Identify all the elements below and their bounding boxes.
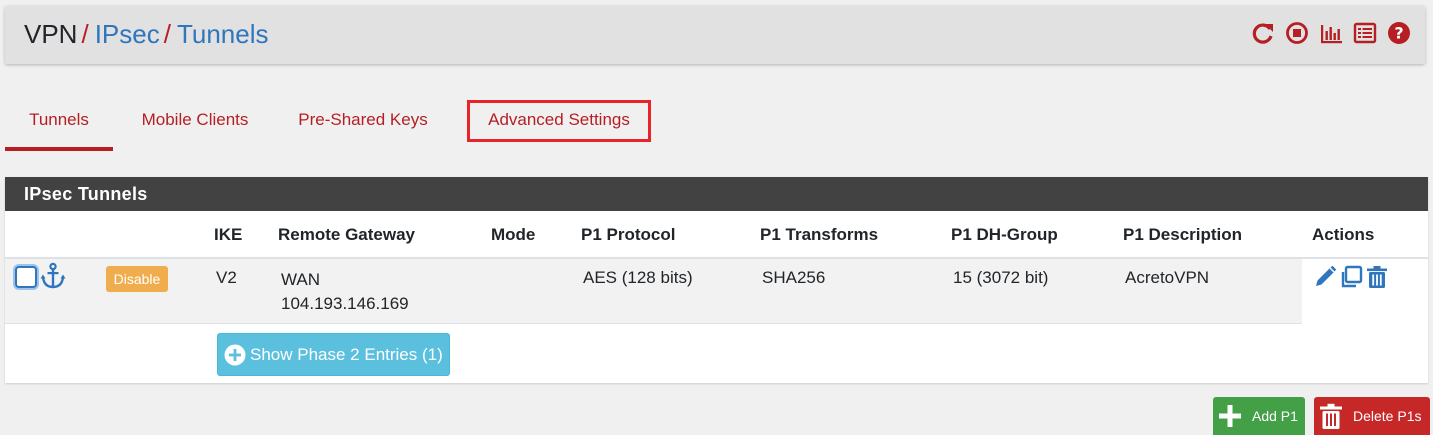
- help-icon[interactable]: ?: [1387, 21, 1411, 45]
- row-actions: [1313, 265, 1389, 289]
- delete-p1s-label: Delete P1s: [1353, 408, 1422, 424]
- anchor-icon[interactable]: [40, 262, 66, 290]
- column-header-p1-protocol: P1 Protocol: [581, 225, 676, 244]
- column-header-p1-transforms: P1 Transforms: [760, 225, 879, 244]
- cell-p1-dh-group: 15 (3072 bit): [953, 268, 1049, 287]
- pencil-icon[interactable]: [1313, 265, 1337, 289]
- show-phase2-entries-button[interactable]: Show Phase 2 Entries (1): [217, 333, 450, 376]
- row-select-checkbox[interactable]: [15, 266, 37, 288]
- gateway-interface: WAN: [281, 270, 321, 289]
- plus-icon: [1219, 405, 1241, 427]
- cell-ike: V2: [216, 268, 237, 287]
- add-p1-label: Add P1: [1252, 408, 1298, 424]
- plus-circle-icon: [224, 344, 246, 365]
- breadcrumb-separator: /: [163, 19, 171, 49]
- add-p1-button[interactable]: Add P1: [1213, 397, 1305, 435]
- tab-mobile-clients[interactable]: Mobile Clients: [127, 100, 263, 151]
- list-icon[interactable]: [1353, 21, 1377, 45]
- gateway-ip: 104.193.146.169: [281, 294, 409, 313]
- column-header-ike: IKE: [214, 225, 243, 244]
- column-header-p1-description: P1 Description: [1123, 225, 1243, 244]
- breadcrumb-separator: /: [81, 19, 89, 49]
- reload-icon[interactable]: [1251, 21, 1275, 45]
- trash-icon: [1320, 403, 1342, 429]
- bar-chart-icon[interactable]: [1319, 21, 1343, 45]
- show-phase2-label: Show Phase 2 Entries (1): [250, 344, 443, 364]
- cell-p1-protocol: AES (128 bits): [583, 268, 693, 287]
- column-header-p1-dh-group: P1 DH-Group: [951, 225, 1058, 244]
- highlight-box: [467, 100, 651, 142]
- breadcrumb-ipsec-link[interactable]: IPsec: [95, 19, 160, 49]
- trash-icon[interactable]: [1365, 265, 1389, 289]
- ipsec-tunnels-panel: IPsec Tunnels IKE Remote Gateway Mode P1…: [5, 177, 1428, 383]
- disable-button[interactable]: Disable: [106, 266, 168, 292]
- copy-icon[interactable]: [1339, 265, 1363, 289]
- breadcrumb-tunnels-link[interactable]: Tunnels: [177, 19, 269, 49]
- breadcrumb-vpn: VPN: [24, 19, 78, 49]
- svg-text:?: ?: [1394, 24, 1403, 43]
- header-icon-group: ?: [1251, 21, 1411, 45]
- cell-remote-gateway: WAN 104.193.146.169: [281, 268, 409, 316]
- tab-pre-shared-keys[interactable]: Pre-Shared Keys: [288, 100, 438, 151]
- column-header-actions: Actions: [1312, 225, 1375, 244]
- tab-tunnels[interactable]: Tunnels: [5, 100, 113, 151]
- column-header-remote-gateway: Remote Gateway: [278, 225, 415, 244]
- table-header: IKE Remote Gateway Mode P1 Protocol P1 T…: [5, 211, 1428, 259]
- breadcrumb: VPN / IPsec / Tunnels: [24, 19, 269, 50]
- panel-title: IPsec Tunnels: [5, 177, 1428, 211]
- cell-p1-transforms: SHA256: [762, 268, 826, 287]
- delete-p1s-button[interactable]: Delete P1s: [1314, 397, 1430, 435]
- table-row: Disable V2 WAN 104.193.146.169 AES (128 …: [5, 259, 1302, 324]
- stop-circle-icon[interactable]: [1285, 21, 1309, 45]
- column-header-mode: Mode: [491, 225, 536, 244]
- page-header: VPN / IPsec / Tunnels ?: [5, 6, 1425, 64]
- cell-p1-description: AcretoVPN: [1125, 268, 1210, 287]
